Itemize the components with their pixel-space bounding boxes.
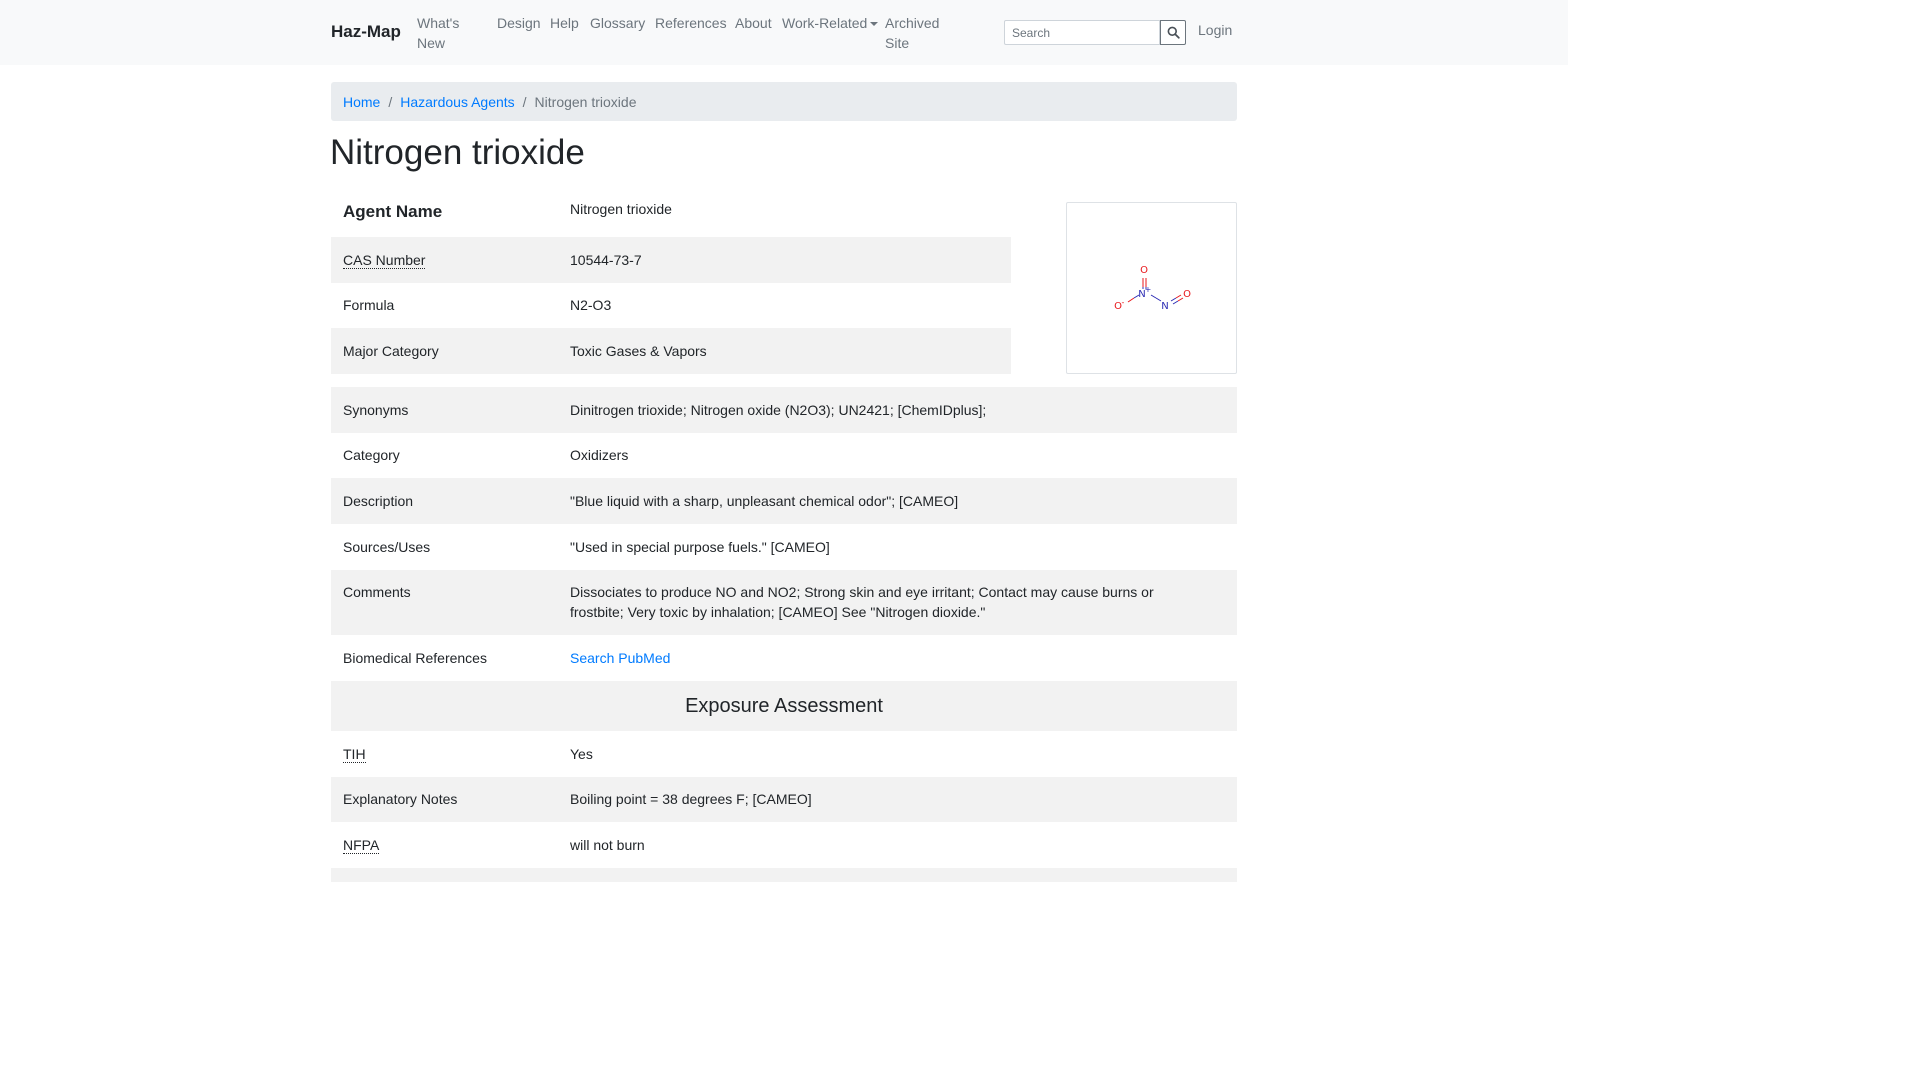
exposure-assessment-header: Exposure Assessment bbox=[331, 681, 1237, 731]
nfpa-value: will not burn bbox=[570, 837, 645, 853]
synonyms-value: Dinitrogen trioxide; Nitrogen oxide (N2O… bbox=[570, 402, 987, 418]
formula-label: Formula bbox=[343, 297, 395, 313]
next-row-partial bbox=[331, 868, 1237, 882]
atom-nitrogen: N bbox=[1161, 301, 1168, 312]
nav-references[interactable]: References bbox=[655, 13, 727, 33]
cas-number-row: CAS Number 10544-73-7 bbox=[331, 237, 1011, 283]
category-label: Category bbox=[343, 447, 400, 463]
tih-label: TIH bbox=[343, 746, 366, 763]
explanatory-notes-label: Explanatory Notes bbox=[343, 791, 458, 807]
nfpa-label: NFPA bbox=[343, 837, 380, 854]
breadcrumb-separator: / bbox=[522, 93, 527, 110]
nav-work-related-label: Work-Related bbox=[782, 15, 868, 31]
formula-row: Formula N2-O3 bbox=[331, 283, 1011, 328]
breadcrumb-hazardous-agents[interactable]: Hazardous Agents bbox=[400, 94, 514, 110]
caret-down-icon bbox=[870, 22, 879, 26]
nitrogen-trioxide-structure-diagram: O N + O - N O bbox=[1114, 265, 1191, 312]
formula-value: N2-O3 bbox=[570, 297, 612, 313]
explanatory-notes-row: Explanatory Notes Boiling point = 38 deg… bbox=[331, 777, 1237, 822]
nav-whats-new[interactable]: What's New bbox=[417, 13, 477, 53]
breadcrumb: Home / Hazardous Agents / Nitrogen triox… bbox=[331, 82, 1237, 121]
biomedical-references-label: Biomedical References bbox=[343, 650, 487, 666]
synonyms-label: Synonyms bbox=[343, 402, 409, 418]
major-category-row: Major Category Toxic Gases & Vapors bbox=[331, 328, 1011, 374]
search-button[interactable] bbox=[1160, 20, 1186, 45]
cas-number-label: CAS Number bbox=[343, 252, 426, 269]
major-category-label: Major Category bbox=[343, 343, 439, 359]
description-value: "Blue liquid with a sharp, unpleasant ch… bbox=[570, 493, 959, 509]
nav-glossary[interactable]: Glossary bbox=[590, 13, 645, 33]
cas-number-value: 10544-73-7 bbox=[570, 252, 642, 268]
brand-logo-link[interactable]: Haz-Map bbox=[331, 22, 401, 42]
atom-oxygen-right: O bbox=[1183, 289, 1191, 300]
search-input[interactable] bbox=[1004, 20, 1160, 45]
sources-uses-label: Sources/Uses bbox=[343, 539, 431, 555]
sources-uses-value: "Used in special purpose fuels." [CAMEO] bbox=[570, 539, 830, 555]
nav-help[interactable]: Help bbox=[550, 13, 579, 33]
nav-about[interactable]: About bbox=[735, 13, 772, 33]
nfpa-row: NFPA will not burn bbox=[331, 822, 1237, 868]
category-row: Category Oxidizers bbox=[331, 433, 1237, 478]
nav-work-related-dropdown[interactable]: Work-Related bbox=[782, 13, 879, 33]
description-label: Description bbox=[343, 493, 414, 509]
agent-name-label: Agent Name bbox=[343, 202, 443, 221]
comments-value: Dissociates to produce NO and NO2; Stron… bbox=[570, 584, 1154, 620]
agent-name-row: Agent Name Nitrogen trioxide bbox=[331, 191, 1011, 237]
tih-row: TIH Yes bbox=[331, 731, 1237, 777]
description-row: Description "Blue liquid with a sharp, u… bbox=[331, 478, 1237, 524]
major-category-value: Toxic Gases & Vapors bbox=[570, 343, 707, 359]
charge-minus: - bbox=[1122, 298, 1125, 307]
breadcrumb-current: Nitrogen trioxide bbox=[534, 93, 637, 110]
login-link[interactable]: Login bbox=[1198, 22, 1232, 38]
synonyms-row: Synonyms Dinitrogen trioxide; Nitrogen o… bbox=[331, 387, 1237, 433]
charge-plus: + bbox=[1145, 285, 1152, 294]
atom-oxygen-top: O bbox=[1140, 265, 1148, 276]
search-icon bbox=[1167, 26, 1180, 39]
nav-design[interactable]: Design bbox=[497, 13, 541, 33]
comments-label: Comments bbox=[343, 584, 411, 600]
comments-row: Comments Dissociates to produce NO and N… bbox=[331, 570, 1237, 635]
nav-archived-site[interactable]: Archived Site bbox=[885, 13, 949, 53]
page-title: Nitrogen trioxide bbox=[330, 133, 585, 172]
category-value: Oxidizers bbox=[570, 447, 629, 463]
search-pubmed-link[interactable]: Search PubMed bbox=[570, 650, 670, 666]
biomedical-references-row: Biomedical References Search PubMed bbox=[331, 635, 1237, 681]
explanatory-notes-value: Boiling point = 38 degrees F; [CAMEO] bbox=[570, 791, 812, 807]
top-navbar: Haz-Map What's New Design Help Glossary … bbox=[0, 0, 1568, 65]
tih-value: Yes bbox=[570, 746, 593, 762]
breadcrumb-home[interactable]: Home bbox=[343, 94, 380, 110]
agent-name-value: Nitrogen trioxide bbox=[570, 201, 672, 217]
sources-uses-row: Sources/Uses "Used in special purpose fu… bbox=[331, 524, 1237, 570]
breadcrumb-separator: / bbox=[388, 93, 393, 110]
chemical-structure-image: O N + O - N O bbox=[1066, 202, 1237, 374]
